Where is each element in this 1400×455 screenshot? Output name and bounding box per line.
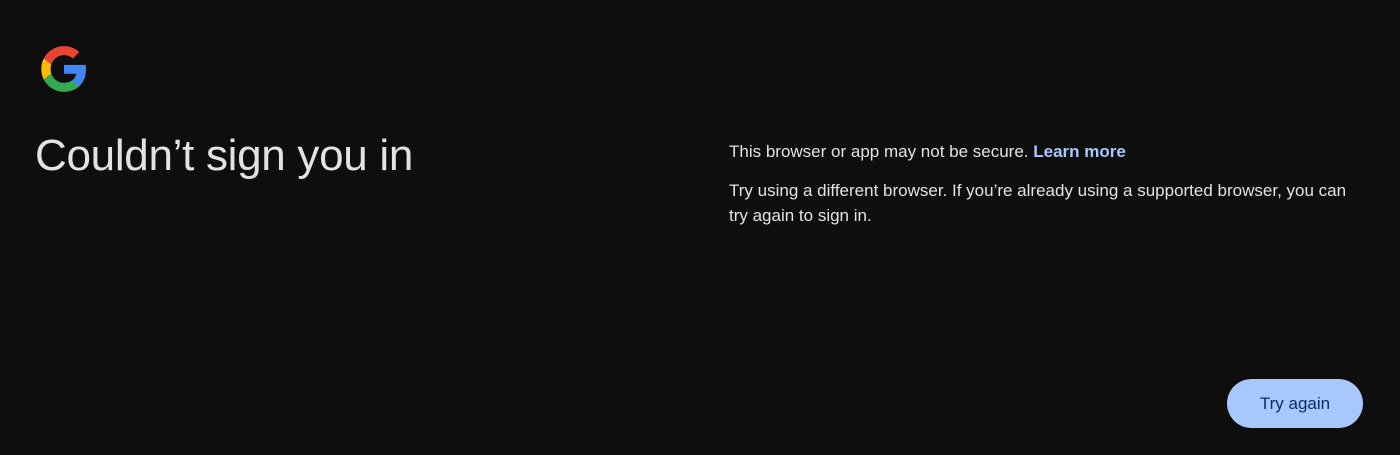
page-title: Couldn’t sign you in <box>35 131 414 180</box>
google-g-icon <box>39 44 89 94</box>
try-again-button[interactable]: Try again <box>1227 379 1363 428</box>
sign-in-error-card: Couldn’t sign you in This browser or app… <box>0 0 1400 455</box>
message-panel: This browser or app may not be secure. L… <box>729 140 1359 228</box>
security-message: This browser or app may not be secure. L… <box>729 140 1359 164</box>
learn-more-link[interactable]: Learn more <box>1033 142 1126 161</box>
security-message-text: This browser or app may not be secure. <box>729 142 1029 161</box>
help-message: Try using a different browser. If you’re… <box>729 181 1347 225</box>
